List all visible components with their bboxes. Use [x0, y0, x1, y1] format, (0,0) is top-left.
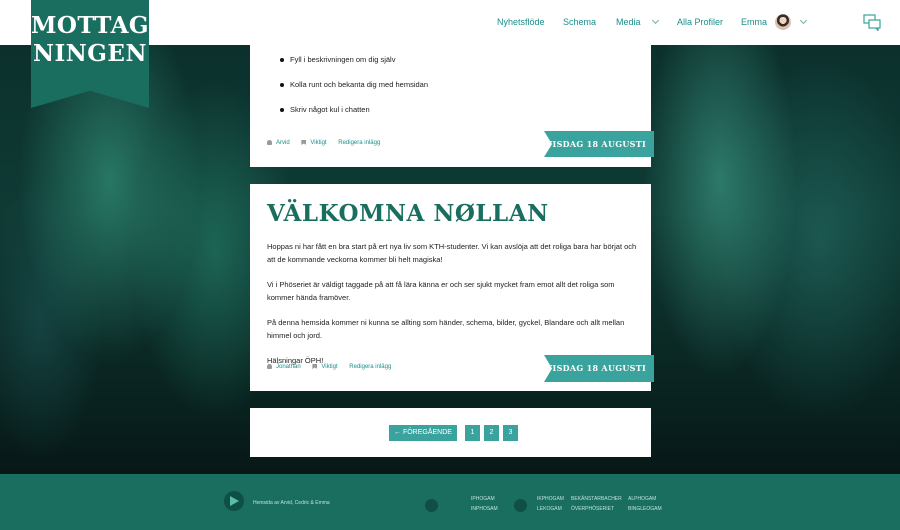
footer-link[interactable]: IKPHOGAM — [537, 494, 564, 504]
chevron-down-icon — [799, 16, 808, 25]
post-paragraph: På denna hemsida kommer ni kunna se allt… — [267, 318, 625, 340]
post-date-ribbon: TISDAG 18 AUGUSTI 08:41 — [544, 355, 654, 382]
footer-link-group: IKPHOGAM LEKOGAM — [537, 494, 564, 514]
nav-item-schema[interactable]: Schema — [563, 0, 596, 45]
logo-line-2: NINGEN — [32, 40, 147, 67]
nav-item-nyhetsflode[interactable]: Nyhetsflöde — [497, 0, 545, 45]
list-item: Fyll i beskrivningen om dig själv — [280, 55, 428, 80]
camera-icon — [425, 499, 438, 512]
nav-item-media[interactable]: Media — [616, 0, 659, 45]
group-icon — [514, 499, 527, 512]
page-button-3[interactable]: 3 — [502, 425, 518, 441]
page-button-2[interactable]: 2 — [483, 425, 499, 441]
footer-link[interactable]: ALPHOGAM — [628, 494, 662, 504]
footer-link[interactable]: LEKOGAM — [537, 504, 564, 514]
post-author-label: Arvid — [276, 140, 290, 147]
post-category[interactable]: Viktigt — [312, 364, 338, 371]
footer-link-group: BEKÄNSTARBACHER ÖVERPHÖSERIET — [571, 494, 622, 514]
post-paragraph: Vi i Phöseriet är väldigt taggade på att… — [267, 280, 615, 302]
edit-post-link[interactable]: Redigera inlägg — [349, 364, 391, 370]
edit-post-link[interactable]: Redigera inlägg — [338, 140, 380, 146]
post-author-label: Jonathan — [276, 364, 301, 371]
footer-link[interactable]: INPHOSAM — [471, 504, 498, 514]
chevron-down-icon — [651, 16, 659, 25]
user-menu[interactable]: Emma — [741, 0, 808, 45]
post-title: VÄLKOMNA NØLLAN — [267, 200, 549, 227]
bookmark-icon — [301, 140, 307, 145]
post-date-ribbon: TISDAG 18 AUGUSTI 09:33 — [544, 131, 654, 157]
post-author[interactable]: Arvid — [267, 140, 290, 146]
footer-link[interactable]: BEKÄNSTARBACHER — [571, 494, 622, 504]
footer-logo-icon — [224, 491, 244, 511]
user-icon — [267, 140, 272, 145]
avatar — [775, 13, 792, 30]
footer-link[interactable]: ÖVERPHÖSERIET — [571, 504, 622, 514]
footer-link-group: IPHOGAM INPHOSAM — [471, 494, 498, 514]
footer-link[interactable]: BINGLEOGAM — [628, 504, 662, 514]
footer: Hemsida av Arvid, Cedric & Emma IPHOGAM … — [0, 474, 900, 530]
nav-item-alla-profiler[interactable]: Alla Profiler — [677, 0, 723, 45]
list-item: Kolla runt och bekanta dig med hemsidan — [280, 80, 428, 105]
post-author[interactable]: Jonathan — [267, 364, 301, 370]
list-item: Skriv något kul i chatten — [280, 105, 428, 130]
prev-page-button[interactable]: ← FÖREGÅENDE — [389, 425, 457, 441]
footer-link[interactable]: IPHOGAM — [471, 494, 498, 504]
post-meta: Arvid Viktigt Redigera inlägg — [267, 140, 390, 146]
post-bullet-list: Fyll i beskrivningen om dig själv Kolla … — [280, 55, 428, 130]
chat-icon[interactable] — [863, 14, 881, 31]
post-category-label: Viktigt — [310, 140, 327, 147]
post-category[interactable]: Viktigt — [301, 140, 327, 147]
site-logo[interactable]: MOTTAG NINGEN — [31, 0, 149, 108]
logo-line-1: MOTTAG — [30, 12, 150, 39]
footer-link-group: ALPHOGAM BINGLEOGAM — [628, 494, 662, 514]
pagination: ← FÖREGÅENDE 1 2 3 — [389, 425, 518, 441]
user-icon — [267, 364, 272, 369]
bookmark-icon — [312, 364, 318, 369]
post-meta: Jonathan Viktigt Redigera inlägg — [267, 364, 401, 370]
post-category-label: Viktigt — [321, 364, 338, 371]
nav-item-media-label: Media — [616, 17, 641, 27]
user-name: Emma — [741, 17, 768, 27]
pagination-card: ← FÖREGÅENDE 1 2 3 — [250, 408, 651, 457]
page-button-1[interactable]: 1 — [464, 425, 480, 441]
post-paragraph: Hoppas ni har fått en bra start på ert n… — [267, 242, 637, 264]
footer-credits: Hemsida av Arvid, Cedric & Emma — [253, 500, 330, 506]
